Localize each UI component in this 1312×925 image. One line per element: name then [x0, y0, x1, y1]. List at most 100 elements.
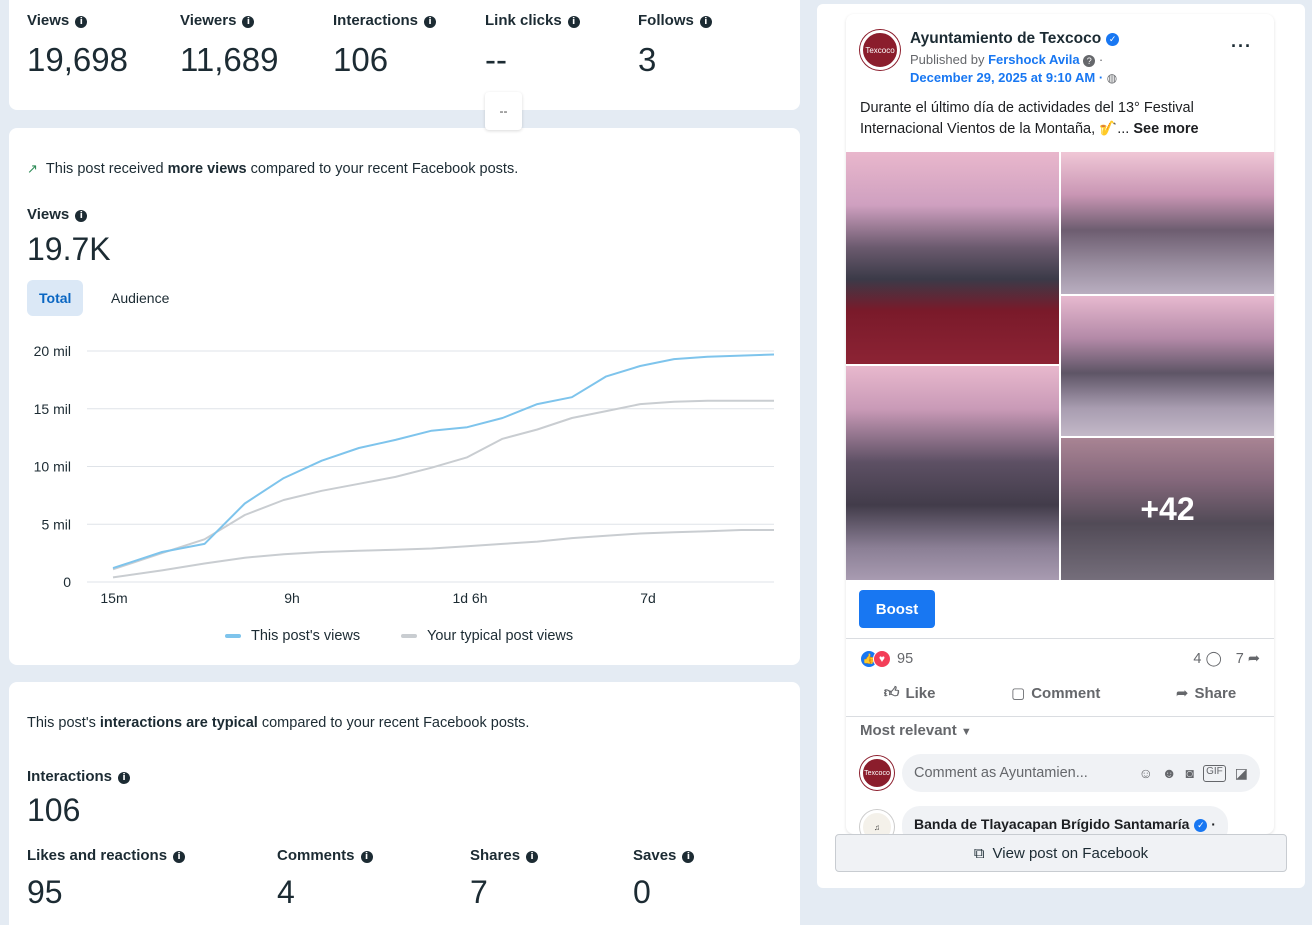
page-name[interactable]: Ayuntamiento de Texcoco ✓ — [910, 30, 1120, 48]
camera-icon[interactable]: ◙ — [1186, 765, 1194, 782]
page-avatar[interactable]: Texcoco — [860, 30, 900, 70]
love-reaction-icon: ♥ — [873, 650, 891, 668]
post-text: Durante el último día de actividades del… — [860, 98, 1260, 140]
sticker-icon[interactable]: ◪ — [1235, 765, 1248, 782]
views-insight: ↗ This post received more views compared … — [27, 161, 518, 177]
reaction-count[interactable]: 👍 ♥ 95 — [860, 650, 913, 668]
post-date[interactable]: December 29, 2025 at 9:10 AM · ◍ — [910, 70, 1117, 85]
post-photo[interactable] — [846, 366, 1059, 580]
globe-icon: ◍ — [1106, 71, 1118, 85]
comment-input[interactable]: Comment as Ayuntamien... ☺ ☻ ◙ GIF ◪ — [902, 754, 1260, 792]
shares-count-link[interactable]: 7 ➦ — [1236, 651, 1260, 667]
divider — [846, 638, 1274, 639]
stat-value: 19,698 — [27, 41, 128, 78]
post-photo-more[interactable]: +42 — [1061, 438, 1274, 580]
share-button[interactable]: ➦ Share — [1175, 684, 1236, 703]
like-button[interactable]: 👍︎ Like — [884, 684, 936, 702]
stat-value: 11,689 — [180, 41, 279, 78]
stat-value: 3 — [638, 41, 657, 78]
stat-viewers: Viewers i 11,689 — [180, 12, 278, 79]
interactions-card: This post's interactions are typical com… — [9, 682, 800, 925]
series-line — [112, 353, 775, 570]
published-label: Published by — [910, 52, 985, 67]
see-more-link[interactable]: See more — [1133, 121, 1198, 137]
post-photo[interactable] — [846, 152, 1059, 364]
shares-count: 7 — [1235, 651, 1244, 667]
y-tick-label: 5 mil — [41, 516, 71, 532]
verified-badge-icon: ✓ — [1106, 33, 1120, 46]
info-icon[interactable]: i — [424, 16, 437, 28]
stat-value: 106 — [333, 41, 389, 78]
info-icon[interactable]: i — [567, 16, 580, 28]
engagement-counts: 4 ◯ 7 ➦ — [1193, 651, 1260, 667]
post-photo[interactable] — [1061, 296, 1274, 436]
gif-icon[interactable]: GIF — [1203, 764, 1226, 782]
insight-text: This post received — [45, 161, 168, 177]
view-on-facebook-button[interactable]: ⧉ View post on Facebook — [835, 834, 1287, 872]
comment-item: Banda de Tlayacapan Brígido Santamaría ✓ … — [902, 806, 1228, 834]
divider — [846, 716, 1274, 717]
comment-tools: ☺ ☻ ◙ GIF ◪ — [1139, 764, 1248, 782]
comments-count-link[interactable]: 4 ◯ — [1193, 651, 1221, 667]
x-tick-label: 15m — [100, 590, 127, 606]
author-link[interactable]: Fershock Avila — [988, 52, 1080, 67]
comment-button[interactable]: ▢ Comment — [1011, 684, 1100, 703]
label-text: Views — [27, 206, 70, 223]
views-total: 19.7K — [27, 231, 111, 267]
avatar-sticker-icon[interactable]: ☺ — [1139, 765, 1153, 782]
stat-label: Views — [27, 12, 70, 29]
info-icon[interactable]: i — [526, 851, 539, 863]
stat-label: Link clicks — [485, 12, 562, 29]
published-by: Published by Fershock Avila ? · — [910, 52, 1104, 67]
views-label: Views i — [27, 206, 88, 223]
y-tick-label: 0 — [63, 574, 71, 590]
reactions-count: 95 — [897, 651, 914, 667]
commenter-avatar: ♫ — [860, 810, 894, 834]
info-icon[interactable]: i — [360, 851, 373, 863]
stat-value: 4 — [277, 874, 295, 910]
info-icon[interactable]: i — [699, 16, 712, 28]
info-icon[interactable]: i — [242, 16, 255, 28]
insight-text: compared to your recent Facebook posts. — [246, 161, 519, 177]
tab-total[interactable]: Total — [27, 280, 84, 316]
emoji-icon[interactable]: ☻ — [1162, 765, 1177, 782]
avatar-text: Texcoco — [865, 45, 895, 55]
post-photo[interactable] — [1061, 152, 1274, 294]
info-icon[interactable]: i — [118, 772, 131, 784]
comment-bubble-icon: ◯ — [1205, 651, 1222, 667]
share-icon: ➦ — [1175, 685, 1189, 702]
boost-button[interactable]: Boost — [859, 590, 935, 628]
insight-text: compared to your recent Facebook posts. — [257, 715, 530, 731]
insight-bold: interactions are typical — [99, 715, 258, 731]
tab-audience[interactable]: Audience — [99, 280, 181, 316]
stat-label: Interactions — [333, 12, 419, 29]
legend-label: Your typical post views — [427, 628, 574, 644]
info-icon[interactable]: i — [75, 210, 88, 222]
insight-text: This post's — [27, 715, 100, 731]
info-icon[interactable]: i — [173, 851, 186, 863]
commenter-name[interactable]: Banda de Tlayacapan Brígido Santamaría — [914, 816, 1189, 832]
legend-swatch — [225, 634, 241, 638]
share-arrow-icon: ➦ — [1247, 651, 1260, 667]
date-text: December 29, 2025 at 9:10 AM — [910, 70, 1096, 85]
stat-shares: Shares i 7 — [470, 847, 539, 911]
trend-up-icon: ↗ — [27, 161, 38, 176]
reaction-summary: 👍 ♥ 95 4 ◯ 7 ➦ — [860, 650, 1260, 668]
section-toggle[interactable]: -- — [485, 92, 522, 130]
sort-label: Most relevant — [860, 722, 957, 739]
stat-label: Comments — [277, 847, 355, 864]
stat-interactions: Interactions i 106 — [333, 12, 437, 79]
stat-value: 0 — [633, 874, 651, 910]
series-line — [112, 399, 774, 571]
like-label: Like — [905, 684, 936, 702]
help-icon[interactable]: ? — [1083, 55, 1096, 67]
post-preview: Texcoco Ayuntamiento de Texcoco ✓ Publish… — [846, 14, 1274, 834]
page-name-text: Ayuntamiento de Texcoco — [910, 30, 1102, 47]
stat-label: Saves — [633, 847, 677, 864]
info-icon[interactable]: i — [75, 16, 88, 28]
more-options-icon[interactable]: ··· — [1231, 36, 1252, 57]
comment-sort-dropdown[interactable]: Most relevant ▼ — [860, 722, 972, 739]
stat-link-clicks: Link clicks i -- — [485, 12, 580, 79]
info-icon[interactable]: i — [682, 851, 695, 863]
stat-label: Follows — [638, 12, 694, 29]
